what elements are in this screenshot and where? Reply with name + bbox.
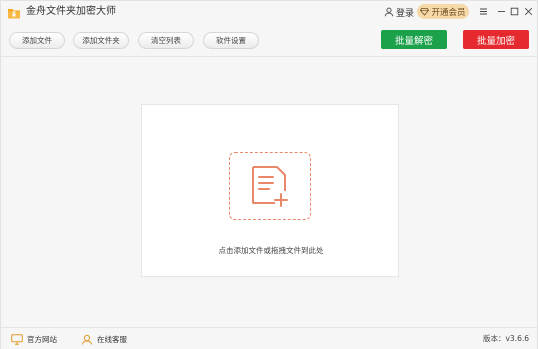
support-agent-icon <box>82 334 92 345</box>
app-title: 金舟文件夹加密大师 <box>26 6 116 17</box>
add-file-target[interactable] <box>229 152 311 220</box>
app-window: 金舟文件夹加密大师 登录 开通会员 添加文件 添加文件夹 清空列表 软件设置 批… <box>0 0 538 349</box>
drop-hint: 点击添加文件或拖拽文件到此处 <box>218 246 324 255</box>
close-button[interactable] <box>520 4 536 19</box>
batch-decrypt-button[interactable]: 批量解密 <box>381 30 447 49</box>
vip-label: 开通会员 <box>431 7 466 18</box>
support-label: 在线客服 <box>97 334 127 344</box>
status-bar: 官方网站 在线客服 版本：v3.6.6 <box>1 327 537 349</box>
online-support-link[interactable]: 在线客服 <box>81 333 127 345</box>
login-label: 登录 <box>396 8 415 19</box>
official-website-link[interactable]: 官方网站 <box>11 333 57 345</box>
batch-encrypt-button[interactable]: 批量加密 <box>463 30 529 49</box>
user-icon <box>384 7 394 17</box>
settings-button[interactable]: 软件设置 <box>203 32 259 49</box>
version-label: 版本：v3.6.6 <box>482 334 529 343</box>
website-label: 官方网站 <box>27 334 57 344</box>
clear-list-button[interactable]: 清空列表 <box>138 32 194 49</box>
main-area: 点击添加文件或拖拽文件到此处 <box>1 57 537 327</box>
monitor-icon <box>11 333 23 345</box>
minimize-icon <box>497 11 505 12</box>
diamond-icon <box>420 7 430 16</box>
vip-button[interactable]: 开通会员 <box>417 4 469 19</box>
close-icon <box>524 7 532 16</box>
maximize-icon <box>510 7 518 16</box>
toolbar: 添加文件 添加文件夹 清空列表 软件设置 批量解密 批量加密 <box>1 23 537 57</box>
folder-logo-icon <box>7 5 21 19</box>
title-bar: 金舟文件夹加密大师 登录 开通会员 <box>1 1 537 23</box>
add-file-icon <box>252 166 288 207</box>
add-folder-button[interactable]: 添加文件夹 <box>73 32 129 49</box>
menu-button[interactable] <box>475 4 491 19</box>
drop-zone[interactable]: 点击添加文件或拖拽文件到此处 <box>141 104 399 277</box>
menu-icon <box>479 8 487 15</box>
add-file-button[interactable]: 添加文件 <box>9 32 65 49</box>
login-button[interactable]: 登录 <box>384 5 414 19</box>
